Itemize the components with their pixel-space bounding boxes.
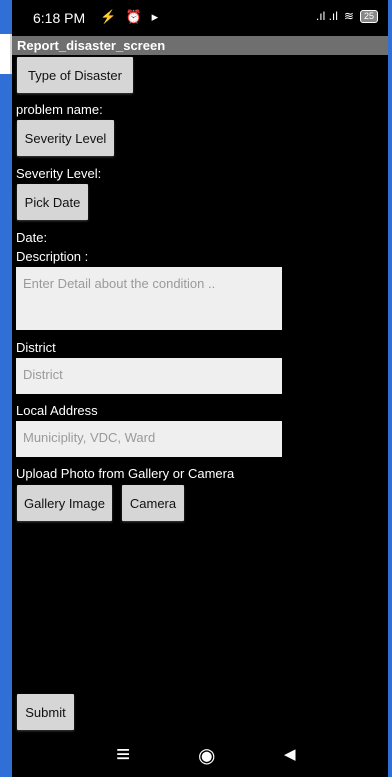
edge-marker <box>0 34 12 74</box>
description-label: Description : <box>16 249 89 264</box>
gallery-image-button[interactable]: Gallery Image <box>17 485 112 521</box>
notification-icons: ⚡ ⏰ ▸ <box>100 9 162 24</box>
back-icon[interactable]: ◀ <box>284 745 296 763</box>
right-edge <box>388 0 390 777</box>
local-address-input[interactable]: Municiplity, VDC, Ward <box>16 421 282 457</box>
pick-date-button[interactable]: Pick Date <box>17 184 88 220</box>
app-title-bar: Report_disaster_screen <box>12 36 390 55</box>
description-placeholder: Enter Detail about the condition .. <box>23 276 216 291</box>
description-input[interactable]: Enter Detail about the condition .. <box>16 267 282 330</box>
district-placeholder: District <box>23 367 63 382</box>
left-edge <box>0 0 12 777</box>
problem-name-label: problem name: <box>16 102 103 117</box>
type-of-disaster-button[interactable]: Type of Disaster <box>17 57 133 93</box>
camera-button[interactable]: Camera <box>122 485 184 521</box>
district-label: District <box>16 340 56 355</box>
phone-screen: 6:18 PM ⚡ ⏰ ▸ .ıl .ıl ≋ 25 Report_disast… <box>12 0 390 777</box>
status-bar: 6:18 PM ⚡ ⏰ ▸ .ıl .ıl ≋ 25 <box>12 0 390 36</box>
local-address-label: Local Address <box>16 403 98 418</box>
signal-icon: .ıl .ıl <box>315 9 338 23</box>
system-nav-bar: ≡ ◉ ◀ <box>12 733 390 777</box>
upload-photo-label: Upload Photo from Gallery or Camera <box>16 466 235 481</box>
page-title: Report_disaster_screen <box>17 38 166 53</box>
submit-button[interactable]: Submit <box>17 694 74 730</box>
district-input[interactable]: District <box>16 358 282 394</box>
severity-level-button[interactable]: Severity Level <box>17 120 114 156</box>
status-right-icons: .ıl .ıl ≋ 25 <box>316 9 378 23</box>
wifi-icon: ≋ <box>343 9 354 23</box>
battery-icon: 25 <box>359 9 378 23</box>
home-icon[interactable]: ◉ <box>198 743 215 768</box>
status-time: 6:18 PM <box>33 10 86 26</box>
severity-level-label: Severity Level: <box>16 166 102 181</box>
local-address-placeholder: Municiplity, VDC, Ward <box>23 430 156 445</box>
date-label: Date: <box>16 230 48 245</box>
menu-icon[interactable]: ≡ <box>116 741 130 769</box>
